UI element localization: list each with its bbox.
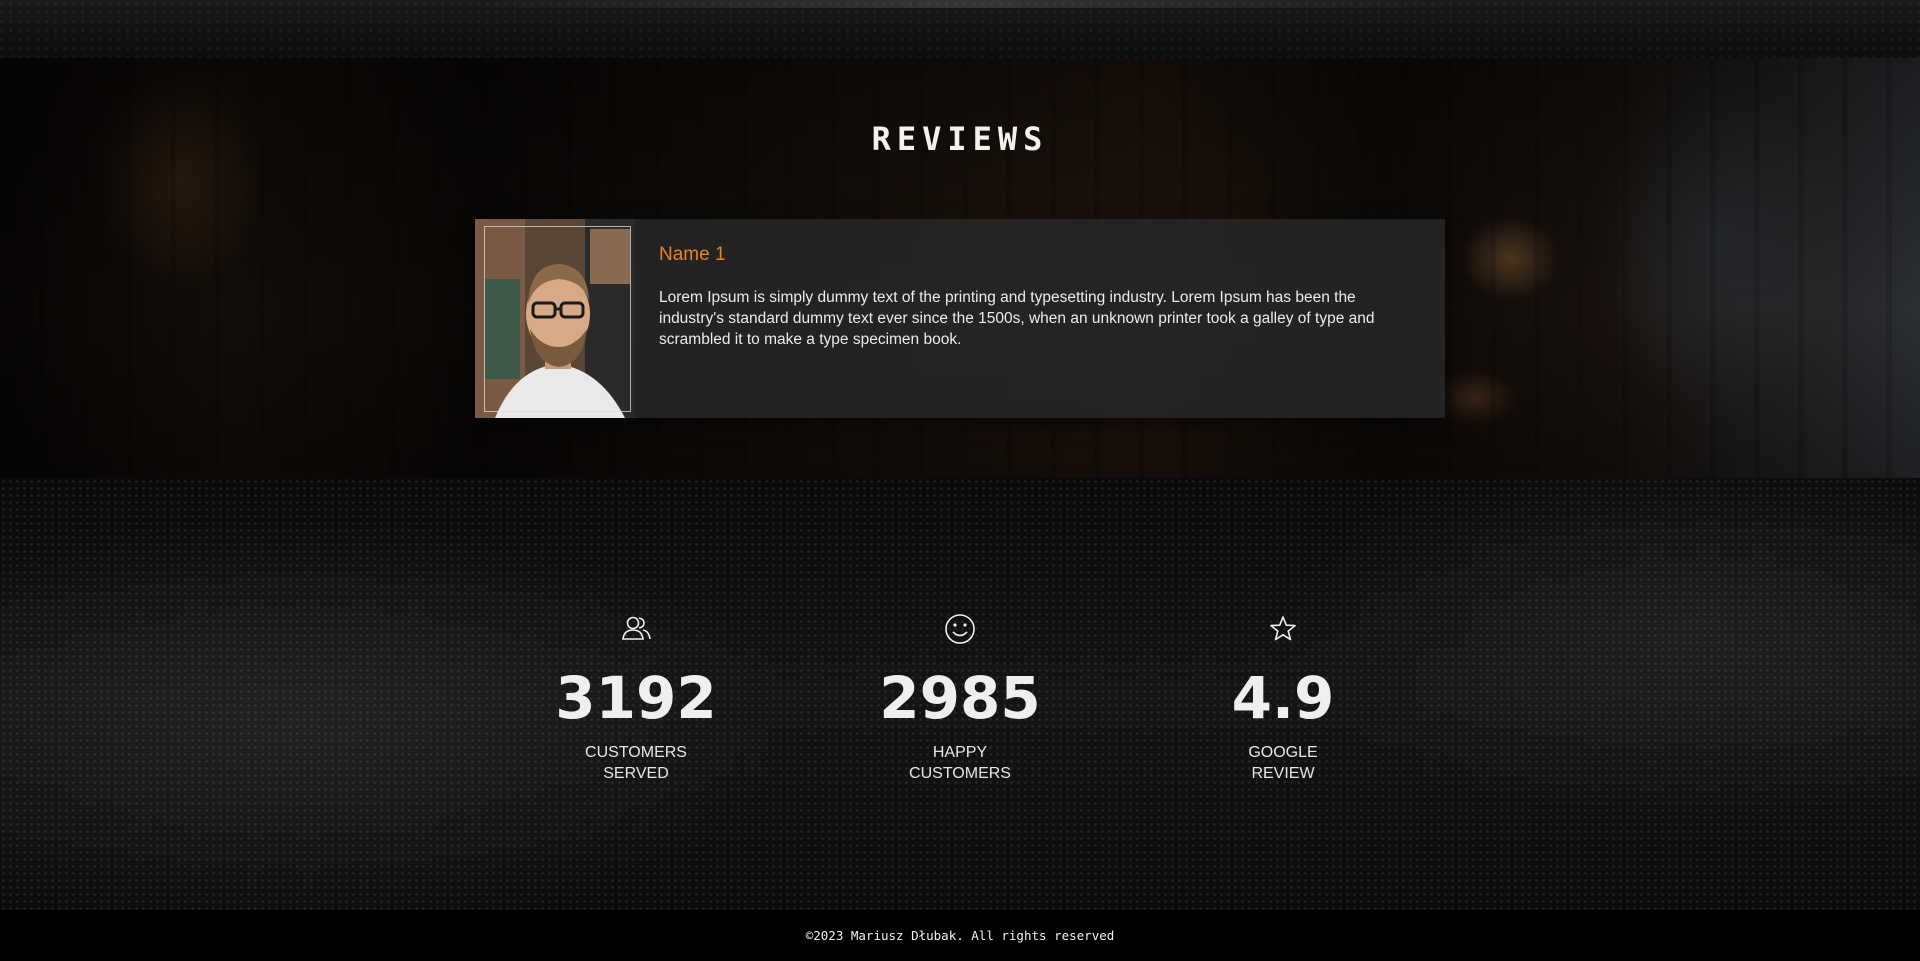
- users-icon: [622, 616, 651, 640]
- stat-label: GOOGLE REVIEW: [1248, 744, 1318, 782]
- photo-frame: [484, 226, 631, 412]
- top-background-strip: [0, 0, 1920, 58]
- top-strip-glow: [475, 0, 1450, 8]
- footer: ©2023 Mariusz Dłubak. All rights reserve…: [0, 910, 1920, 961]
- stat-value: 2985: [879, 664, 1041, 732]
- stat-label: HAPPY CUSTOMERS: [909, 744, 1011, 782]
- smiley-icon: [945, 614, 975, 644]
- stat-label: CUSTOMERS SERVED: [585, 744, 687, 782]
- stat-value: 3192: [555, 664, 717, 732]
- footer-copyright: ©2023 Mariusz Dłubak. All rights reserve…: [805, 928, 1115, 943]
- stat-customers-served: 3192 CUSTOMERS SERVED: [536, 612, 736, 784]
- review-text: Lorem Ipsum is simply dummy text of the …: [659, 289, 1375, 348]
- review-card: Name 1 Lorem Ipsum is simply dummy text …: [475, 219, 1445, 418]
- stats-section: 3192 CUSTOMERS SERVED 2985 HAPPY CUSTOME…: [0, 478, 1920, 910]
- reviewer-name: Name 1: [659, 244, 726, 265]
- reviews-section: REVIEWS Name 1 Lorem Ipsum is simply dum: [0, 58, 1920, 478]
- stat-happy-customers: 2985 HAPPY CUSTOMERS: [860, 612, 1060, 784]
- stat-google-review: 4.9 GOOGLE REVIEW: [1183, 612, 1383, 784]
- stat-value: 4.9: [1231, 664, 1335, 732]
- reviewer-photo: [475, 219, 635, 418]
- star-icon: [1270, 616, 1296, 641]
- reviews-title: REVIEWS: [871, 120, 1049, 158]
